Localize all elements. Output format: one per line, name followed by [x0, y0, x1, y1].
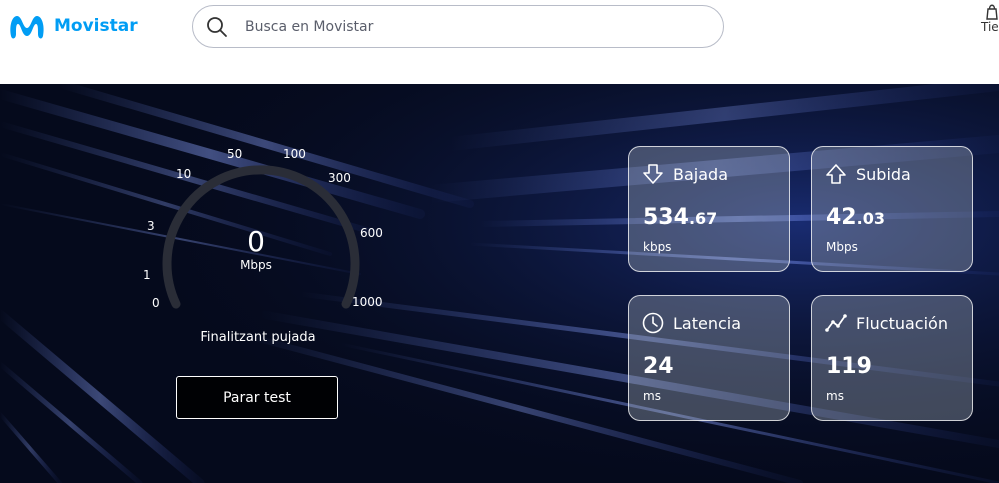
gauge-tick-label: 10 [176, 167, 192, 181]
latency-card: Latencia 24 ms [628, 295, 790, 421]
latency-unit: ms [643, 389, 661, 403]
shopping-bag-icon [986, 4, 998, 20]
search-icon[interactable] [205, 15, 229, 39]
light-streaks-background [0, 84, 999, 483]
gauge-speed-value: 0 [247, 225, 265, 258]
gauge-tick-label: 1 [143, 268, 151, 282]
gauge-tick-label: 100 [283, 147, 306, 161]
card-header: Bajada [641, 162, 728, 186]
card-header: Subida [824, 162, 911, 186]
download-card: Bajada 534.67 kbps [628, 146, 790, 272]
gauge-tick-label: 0 [152, 296, 160, 310]
store-link[interactable]: Tie [981, 2, 999, 34]
jitter-card: Fluctuación 119 ms [811, 295, 973, 421]
arrow-up-icon [826, 164, 846, 184]
stop-test-button[interactable]: Parar test [176, 376, 338, 419]
gauge-tick-label: 1000 [352, 295, 383, 309]
movistar-m-icon [10, 16, 44, 39]
jitter-unit: ms [826, 389, 844, 403]
gauge-tick-label: 300 [328, 171, 351, 185]
card-title: Bajada [673, 164, 728, 184]
gauge-tick-label: 600 [360, 226, 383, 240]
latency-value: 24 [643, 354, 674, 379]
store-link-label: Tie [981, 20, 999, 34]
download-unit: kbps [643, 240, 672, 254]
brand-name: Movistar [54, 16, 138, 36]
arrow-down-icon [643, 164, 663, 184]
card-header: Latencia [641, 311, 741, 335]
card-title: Subida [856, 164, 911, 184]
clock-icon [642, 312, 664, 334]
upload-card: Subida 42.03 Mbps [811, 146, 973, 272]
card-title: Latencia [673, 313, 742, 333]
upload-unit: Mbps [826, 240, 858, 254]
search-input[interactable] [245, 18, 665, 35]
speed-test-panel: 0 1 3 10 50 100 300 600 1000 0 Mbps Fina… [0, 84, 999, 483]
test-status-text: Finalitzant pujada [200, 330, 316, 345]
movistar-logo[interactable]: Movistar [8, 12, 138, 40]
site-header: Movistar Tie [0, 0, 999, 84]
gauge-tick-label: 3 [147, 219, 155, 233]
gauge-tick-label: 50 [227, 147, 243, 161]
gauge-speed-unit: Mbps [240, 258, 272, 272]
upload-value: 42.03 [826, 205, 885, 230]
card-title: Fluctuación [856, 313, 948, 333]
trend-line-icon [825, 314, 847, 332]
jitter-value: 119 [826, 354, 872, 379]
card-header: Fluctuación [824, 311, 948, 335]
download-value: 534.67 [643, 205, 718, 230]
search-bar[interactable] [192, 5, 724, 48]
